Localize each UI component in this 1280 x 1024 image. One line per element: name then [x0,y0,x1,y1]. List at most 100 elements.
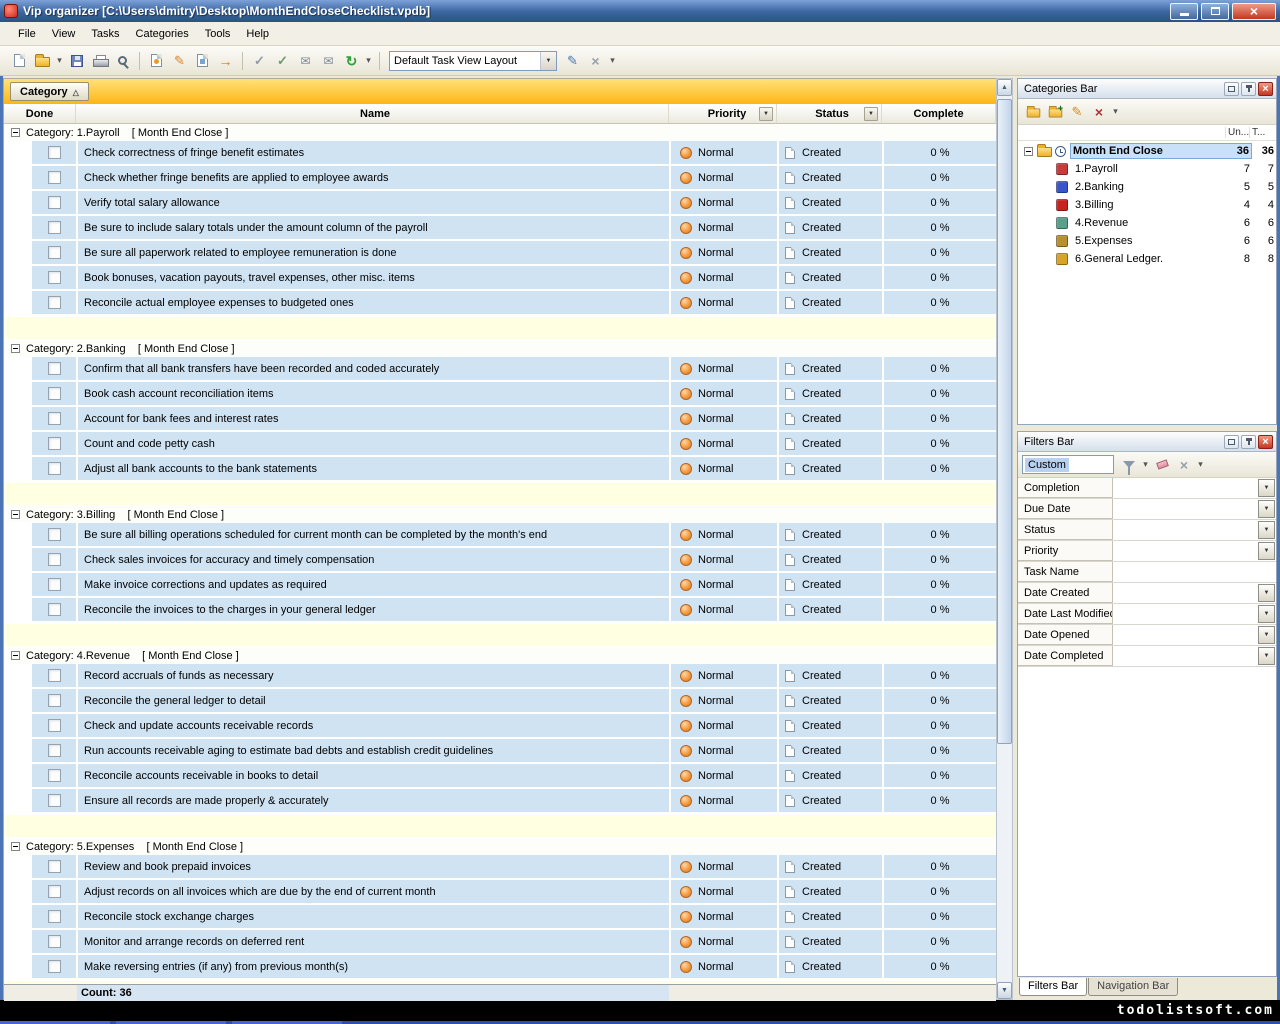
filter-dropdown-button[interactable] [1258,521,1275,539]
task-checkbox[interactable] [48,935,61,948]
category-group-row[interactable]: Category: 5.Expenses [ Month End Close ] [4,838,996,855]
close-button[interactable] [1232,3,1276,20]
collapse-minus-icon[interactable] [11,128,20,137]
task-checkbox[interactable] [48,860,61,873]
delete-filter-button[interactable] [1173,455,1195,475]
task-checkbox[interactable] [48,553,61,566]
task-checkbox[interactable] [48,462,61,475]
task-checkbox[interactable] [48,769,61,782]
task-row[interactable]: Check correctness of fringe benefit esti… [4,141,996,164]
task-row[interactable]: Check whether fringe benefits are applie… [4,166,996,189]
task-row[interactable]: Record accruals of funds as necessaryNor… [4,664,996,687]
task-row[interactable]: Count and code petty cashNormalCreated0 … [4,432,996,455]
collapse-minus-icon[interactable] [1024,147,1033,156]
task-row[interactable]: Reconcile accounts receivable in books t… [4,764,996,787]
float-panel-button[interactable] [1224,82,1239,96]
task-row[interactable]: Be sure to include salary totals under t… [4,216,996,239]
task-row[interactable]: Reconcile actual employee expenses to bu… [4,291,996,314]
task-checkbox[interactable] [48,719,61,732]
add-category-button[interactable] [1022,102,1044,122]
chevron-down-icon[interactable] [1110,106,1121,117]
filter-value-field[interactable] [1113,478,1257,498]
category-tree-item[interactable]: 2.Banking55 [1018,178,1276,196]
filter-dropdown-button[interactable] [1258,626,1275,644]
task-checkbox[interactable] [48,694,61,707]
menu-tasks[interactable]: Tasks [83,24,127,44]
task-row[interactable]: Be sure all paperwork related to employe… [4,241,996,264]
task-checkbox[interactable] [48,296,61,309]
column-header-name[interactable]: Name [76,104,669,123]
collapse-minus-icon[interactable] [11,344,20,353]
total-column-header[interactable]: T... [1249,127,1273,138]
filter-dropdown-button[interactable] [1258,647,1275,665]
chevron-down-icon[interactable] [54,55,65,66]
clear-filter-button[interactable] [1151,455,1173,475]
category-tree-item[interactable]: 4.Revenue66 [1018,214,1276,232]
task-row[interactable]: Check sales invoices for accuracy and ti… [4,548,996,571]
filter-value-field[interactable] [1113,562,1276,582]
chevron-down-icon[interactable] [363,55,374,66]
duplicate-task-button[interactable] [191,50,214,72]
pin-panel-button[interactable] [1241,82,1256,96]
task-row[interactable]: Monitor and arrange records on deferred … [4,930,996,953]
priority-filter-dropdown[interactable] [759,107,773,121]
go-to-task-button[interactable] [214,50,237,72]
category-group-row[interactable]: Category: 2.Banking [ Month End Close ] [4,340,996,357]
task-row[interactable]: Book cash account reconciliation itemsNo… [4,382,996,405]
task-row[interactable]: Make invoice corrections and updates as … [4,573,996,596]
task-row[interactable]: Make reversing entries (if any) from pre… [4,955,996,978]
categories-bar-header[interactable]: Categories Bar [1018,79,1276,99]
task-checkbox[interactable] [48,744,61,757]
task-checkbox[interactable] [48,885,61,898]
category-tree-item[interactable]: 3.Billing44 [1018,196,1276,214]
task-checkbox[interactable] [48,221,61,234]
float-panel-button[interactable] [1224,435,1239,449]
task-row[interactable]: Book bonuses, vacation payouts, travel e… [4,266,996,289]
collapse-minus-icon[interactable] [11,510,20,519]
task-checkbox[interactable] [48,146,61,159]
close-panel-button[interactable] [1258,82,1273,96]
task-checkbox[interactable] [48,246,61,259]
category-tree-item[interactable]: 6.General Ledger.88 [1018,250,1276,268]
group-by-category-button[interactable]: Category [10,82,89,101]
delete-category-button[interactable] [1088,102,1110,122]
filter-dropdown-button[interactable] [1258,542,1275,560]
filter-value-field[interactable] [1113,625,1257,645]
task-row[interactable]: Confirm that all bank transfers have bee… [4,357,996,380]
open-file-button[interactable] [31,50,54,72]
mark-complete-button[interactable] [248,50,271,72]
vertical-scrollbar[interactable] [996,78,1013,1000]
filter-value-field[interactable] [1113,499,1257,519]
column-header-priority[interactable]: Priority [669,104,777,123]
column-header-done[interactable]: Done [4,104,76,123]
menu-categories[interactable]: Categories [128,24,197,44]
task-row[interactable]: Reconcile the invoices to the charges in… [4,598,996,621]
filter-preset-combo[interactable]: Custom [1022,455,1114,474]
menu-view[interactable]: View [44,24,84,44]
menu-tools[interactable]: Tools [197,24,239,44]
scroll-down-button[interactable] [997,982,1012,999]
filter-dropdown-button[interactable] [1258,605,1275,623]
scrollbar-thumb[interactable] [997,99,1012,744]
minimize-button[interactable] [1170,3,1198,20]
tab-navigation-bar[interactable]: Navigation Bar [1088,978,1178,996]
filter-options-button[interactable] [1118,455,1140,475]
menu-file[interactable]: File [10,24,44,44]
delete-layout-button[interactable] [584,50,607,72]
task-row[interactable]: Reconcile stock exchange chargesNormalCr… [4,905,996,928]
close-panel-button[interactable] [1258,435,1273,449]
maximize-button[interactable] [1201,3,1229,20]
task-checkbox[interactable] [48,271,61,284]
task-checkbox[interactable] [48,171,61,184]
task-checkbox[interactable] [48,603,61,616]
tab-filters-bar[interactable]: Filters Bar [1019,978,1087,996]
filters-bar-header[interactable]: Filters Bar [1018,432,1276,452]
menu-help[interactable]: Help [238,24,277,44]
task-row[interactable]: Check and update accounts receivable rec… [4,714,996,737]
filter-value-field[interactable] [1113,604,1257,624]
new-task-button[interactable] [145,50,168,72]
new-file-button[interactable] [8,50,31,72]
receive-task-button[interactable] [317,50,340,72]
uncompleted-column-header[interactable]: Un... [1225,127,1249,138]
task-view-layout-select[interactable]: Default Task View Layout [389,51,557,71]
